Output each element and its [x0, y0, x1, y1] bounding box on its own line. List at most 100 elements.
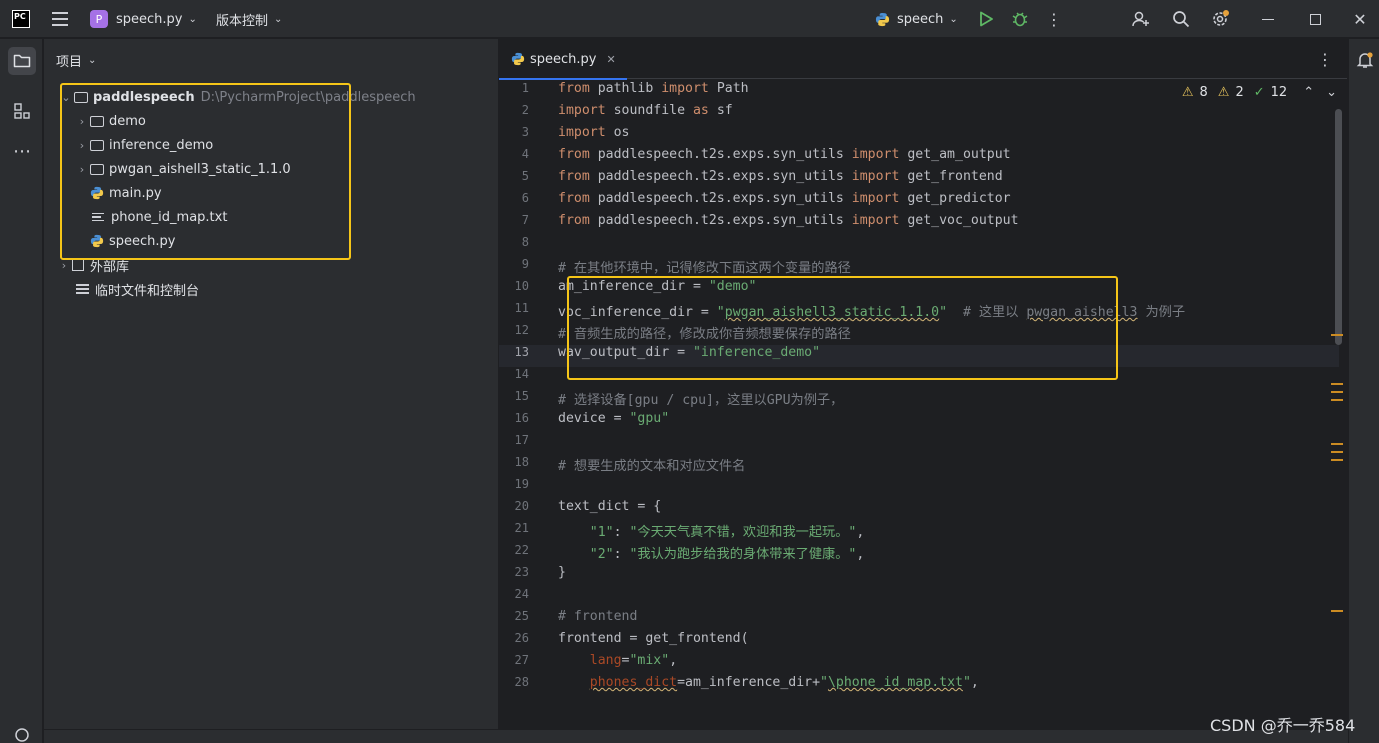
- line-number[interactable]: 17: [499, 433, 543, 455]
- code-line[interactable]: # 在其他环境中，记得修改下面这两个变量的路径: [558, 257, 1185, 279]
- line-number[interactable]: 24: [499, 587, 543, 609]
- code-editor[interactable]: speech.py ✕ ⋮ ⚠ 8 ⚠ 2 ✓ 12 ⌃ ⌄ 1 2 3 4 5 6 7 8 9 10 1…: [499, 39, 1347, 729]
- more-tools-icon[interactable]: ⋯: [8, 137, 36, 165]
- code-line[interactable]: [558, 433, 1185, 455]
- code-line[interactable]: "2": "我认为跑步给我的身体带来了健康。",: [558, 543, 1185, 565]
- line-number[interactable]: 9: [499, 257, 543, 279]
- vcs-menu[interactable]: 版本控制 ⌄: [216, 0, 282, 38]
- code-line[interactable]: voc_inference_dir = "pwgan_aishell3_stat…: [558, 301, 1185, 323]
- line-number[interactable]: 2: [499, 103, 543, 125]
- pycharm-logo-icon[interactable]: PC: [12, 10, 30, 28]
- code-line[interactable]: device = "gpu": [558, 411, 1185, 433]
- code-line[interactable]: [558, 367, 1185, 389]
- chevron-right-icon[interactable]: ›: [74, 163, 90, 176]
- previous-highlight-icon[interactable]: ⌃: [1303, 85, 1314, 100]
- code-line[interactable]: phones_dict=am_inference_dir+"\phone_id_…: [558, 675, 1185, 697]
- tree-item-speech-py[interactable]: speech.py: [90, 229, 176, 253]
- line-number[interactable]: 18: [499, 455, 543, 477]
- vertical-scrollbar[interactable]: [1335, 109, 1342, 345]
- line-number[interactable]: 10: [499, 279, 543, 301]
- line-number[interactable]: 3: [499, 125, 543, 147]
- code-line[interactable]: # 音频生成的路径，修改成你音频想要保存的路径: [558, 323, 1185, 345]
- code-line[interactable]: import soundfile as sf: [558, 103, 1185, 125]
- line-number[interactable]: 15: [499, 389, 543, 411]
- code-line[interactable]: [558, 587, 1185, 609]
- chevron-right-icon[interactable]: ›: [56, 259, 72, 272]
- tab-options-icon[interactable]: ⋮: [1317, 50, 1333, 69]
- maximize-icon[interactable]: [1305, 9, 1325, 29]
- line-number-gutter[interactable]: 1 2 3 4 5 6 7 8 9 10 11 12 13 14 15 16 17 18 19 20 21 22 23 24 2…: [499, 81, 543, 697]
- code-line[interactable]: # 想要生成的文本和对应文件名: [558, 455, 1185, 477]
- line-number[interactable]: 25: [499, 609, 543, 631]
- chevron-right-icon[interactable]: ›: [74, 139, 90, 152]
- tree-root-paddlespeech[interactable]: ⌄ paddlespeech D:\PycharmProject\paddles…: [58, 85, 415, 109]
- inspection-widget[interactable]: ⚠ 8 ⚠ 2 ✓ 12 ⌃ ⌄: [1182, 85, 1337, 100]
- menu-icon[interactable]: [52, 12, 68, 26]
- code-line[interactable]: }: [558, 565, 1185, 587]
- tree-item-external-libs[interactable]: › 外部库: [56, 253, 129, 277]
- next-highlight-icon[interactable]: ⌄: [1326, 85, 1337, 100]
- tree-item-main-py[interactable]: main.py: [90, 181, 162, 205]
- code-line[interactable]: from paddlespeech.t2s.exps.syn_utils imp…: [558, 169, 1185, 191]
- add-user-icon[interactable]: [1131, 9, 1151, 29]
- tree-item-scratches[interactable]: 临时文件和控制台: [76, 277, 199, 301]
- line-number[interactable]: 21: [499, 521, 543, 543]
- line-number[interactable]: 26: [499, 631, 543, 653]
- notifications-icon[interactable]: [1356, 51, 1374, 73]
- line-number[interactable]: 13: [499, 345, 543, 367]
- code-line[interactable]: lang="mix",: [558, 653, 1185, 675]
- line-number[interactable]: 1: [499, 81, 543, 103]
- code-line[interactable]: am_inference_dir = "demo": [558, 279, 1185, 301]
- search-icon[interactable]: [1171, 9, 1191, 29]
- plugins-icon[interactable]: [8, 727, 36, 743]
- line-number[interactable]: 23: [499, 565, 543, 587]
- code-line[interactable]: from paddlespeech.t2s.exps.syn_utils imp…: [558, 191, 1185, 213]
- line-number[interactable]: 12: [499, 323, 543, 345]
- line-number[interactable]: 4: [499, 147, 543, 169]
- tab-speech-py[interactable]: speech.py ✕: [499, 39, 628, 80]
- line-number[interactable]: 20: [499, 499, 543, 521]
- line-number[interactable]: 8: [499, 235, 543, 257]
- line-number[interactable]: 6: [499, 191, 543, 213]
- close-tab-icon[interactable]: ✕: [607, 53, 616, 66]
- tree-item-phone-id-map[interactable]: phone_id_map.txt: [90, 205, 227, 229]
- debug-icon[interactable]: [1010, 9, 1030, 29]
- line-number[interactable]: 19: [499, 477, 543, 499]
- code-line[interactable]: # 选择设备[gpu / cpu]，这里以GPU为例子，: [558, 389, 1185, 411]
- code-line[interactable]: # frontend: [558, 609, 1185, 631]
- line-number[interactable]: 28: [499, 675, 543, 697]
- run-config-selector[interactable]: speech ⌄: [875, 0, 958, 38]
- tree-item-pwgan[interactable]: › pwgan_aishell3_static_1.1.0: [74, 157, 291, 181]
- code-line[interactable]: from paddlespeech.t2s.exps.syn_utils imp…: [558, 147, 1185, 169]
- code-line[interactable]: from paddlespeech.t2s.exps.syn_utils imp…: [558, 213, 1185, 235]
- line-number[interactable]: 11: [499, 301, 543, 323]
- project-panel-title[interactable]: 项目 ⌄: [56, 51, 96, 70]
- code-line[interactable]: "1": "今天天气真不错，欢迎和我一起玩。",: [558, 521, 1185, 543]
- line-number[interactable]: 22: [499, 543, 543, 565]
- project-switcher[interactable]: P speech.py ⌄: [90, 0, 197, 38]
- code-content[interactable]: from pathlib import Path import soundfile…: [558, 81, 1185, 697]
- minimize-icon[interactable]: [1258, 9, 1278, 29]
- run-icon[interactable]: [976, 9, 996, 29]
- line-number[interactable]: 16: [499, 411, 543, 433]
- settings-icon[interactable]: [1210, 9, 1230, 29]
- tree-item-demo[interactable]: › demo: [74, 109, 146, 133]
- code-line[interactable]: import os: [558, 125, 1185, 147]
- code-line[interactable]: text_dict = {: [558, 499, 1185, 521]
- line-number[interactable]: 5: [499, 169, 543, 191]
- code-line[interactable]: from pathlib import Path: [558, 81, 1185, 103]
- close-icon[interactable]: ✕: [1350, 9, 1370, 29]
- code-line[interactable]: [558, 235, 1185, 257]
- more-icon[interactable]: ⋮: [1044, 9, 1064, 29]
- line-number[interactable]: 14: [499, 367, 543, 389]
- code-line[interactable]: frontend = get_frontend(: [558, 631, 1185, 653]
- structure-tool-button[interactable]: [8, 97, 36, 125]
- code-line[interactable]: [558, 477, 1185, 499]
- tree-item-inference-demo[interactable]: › inference_demo: [74, 133, 213, 157]
- chevron-down-icon[interactable]: ⌄: [58, 91, 74, 104]
- chevron-right-icon[interactable]: ›: [74, 115, 90, 128]
- code-line[interactable]: wav_output_dir = "inference_demo": [558, 345, 1185, 367]
- project-tool-button[interactable]: [8, 47, 36, 75]
- line-number[interactable]: 7: [499, 213, 543, 235]
- line-number[interactable]: 27: [499, 653, 543, 675]
